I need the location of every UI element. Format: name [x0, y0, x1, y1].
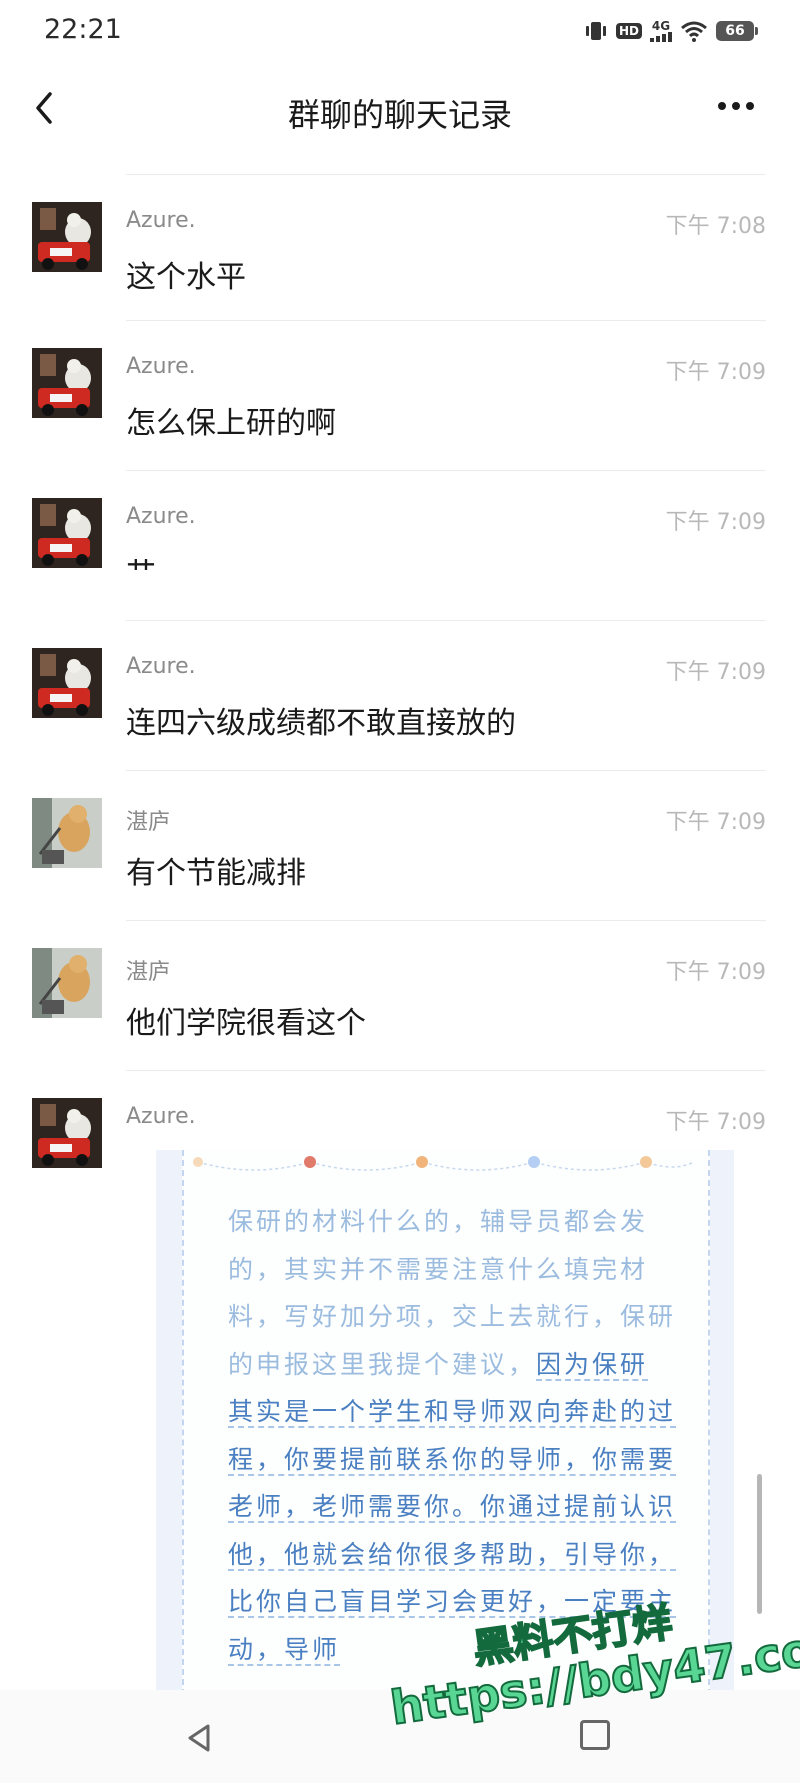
avatar[interactable] [32, 648, 102, 718]
message-text[interactable]: 怎么保上研的啊 [126, 398, 336, 442]
battery-icon: 66 [716, 21, 758, 41]
sender-name: 湛庐 [126, 810, 171, 835]
image-highlight-text: 因为保研其实是一个学生和导师双向奔赴的过程，你要提前联系你的导师，你需要老师，老… [228, 1349, 677, 1666]
message-text[interactable]: 这个水平 [126, 252, 246, 296]
more-dots-icon [718, 102, 754, 110]
status-icons: HD 4G 66 [584, 16, 758, 46]
message-row[interactable]: Azure. 下午 7:09 艹 [0, 470, 800, 620]
status-time: 22:21 [44, 14, 122, 45]
avatar-image [32, 202, 102, 272]
vibrate-icon [585, 22, 606, 40]
decorative-dots [193, 1156, 695, 1171]
avatar[interactable] [32, 348, 102, 418]
message-text[interactable]: 艹 [126, 548, 156, 592]
divider [126, 470, 766, 471]
wifi-icon [681, 21, 707, 42]
message-text[interactable]: 连四六级成绩都不敢直接放的 [126, 698, 516, 742]
message-row[interactable]: Azure. 下午 7:09 怎么保上研的啊 [0, 320, 800, 470]
message-time: 下午 7:08 [665, 214, 766, 239]
divider [126, 920, 766, 921]
avatar[interactable] [32, 202, 102, 272]
page-title: 群聊的聊天记录 [287, 96, 512, 134]
message-time: 下午 7:09 [665, 660, 766, 685]
sender-name: Azure. [126, 504, 196, 529]
sender-name: Azure. [126, 354, 196, 379]
message-time: 下午 7:09 [665, 360, 766, 385]
sender-name: Azure. [126, 208, 196, 233]
avatar-image [32, 948, 102, 1018]
message-time: 下午 7:09 [665, 810, 766, 835]
divider [126, 620, 766, 621]
avatar[interactable] [32, 498, 102, 568]
more-button[interactable] [716, 94, 756, 118]
avatar-image [32, 798, 102, 868]
hd-icon: HD [615, 23, 642, 39]
divider [126, 770, 766, 771]
message-row[interactable]: Azure. 下午 7:09 连四六级成绩都不敢直接放的 [0, 620, 800, 770]
header-bar: 群聊的聊天记录 [0, 60, 800, 176]
image-message[interactable]: 保研的材料什么的，辅导员都会发的，其实并不需要注意什么填完材料，写好加分项，交上… [156, 1150, 734, 1695]
signal-icon: 4G [650, 20, 672, 42]
message-time: 下午 7:09 [665, 960, 766, 985]
divider [126, 320, 766, 321]
message-time: 下午 7:09 [665, 510, 766, 535]
message-text[interactable]: 他们学院很看这个 [126, 998, 366, 1042]
avatar[interactable] [32, 798, 102, 868]
avatar[interactable] [32, 1098, 102, 1168]
sender-name: Azure. [126, 1104, 196, 1129]
message-row[interactable]: Azure. 下午 7:08 这个水平 [0, 174, 800, 324]
avatar-image [32, 648, 102, 718]
message-row[interactable]: 湛庐 下午 7:09 他们学院很看这个 [0, 920, 800, 1070]
divider [126, 1070, 766, 1071]
scrollbar[interactable] [757, 1474, 762, 1614]
nav-back-icon[interactable] [184, 1722, 214, 1754]
divider [126, 174, 766, 175]
status-bar: 22:21 HD 4G 66 [0, 0, 800, 60]
avatar-image [32, 498, 102, 568]
message-row[interactable]: 湛庐 下午 7:09 有个节能减排 [0, 770, 800, 920]
image-text: 保研的材料什么的，辅导员都会发的，其实并不需要注意什么填完材料，写好加分项，交上… [228, 1198, 677, 1673]
sender-name: Azure. [126, 654, 196, 679]
message-text[interactable]: 有个节能减排 [126, 848, 306, 892]
sender-name: 湛庐 [126, 960, 171, 985]
system-nav-bar [0, 1690, 800, 1783]
avatar-image [32, 1098, 102, 1168]
avatar-image [32, 348, 102, 418]
network-type-label: 4G [651, 19, 671, 33]
nav-recents-icon[interactable] [580, 1720, 610, 1750]
avatar[interactable] [32, 948, 102, 1018]
image-paper: 保研的材料什么的，辅导员都会发的，其实并不需要注意什么填完材料，写好加分项，交上… [182, 1150, 710, 1695]
message-time: 下午 7:09 [665, 1110, 766, 1135]
